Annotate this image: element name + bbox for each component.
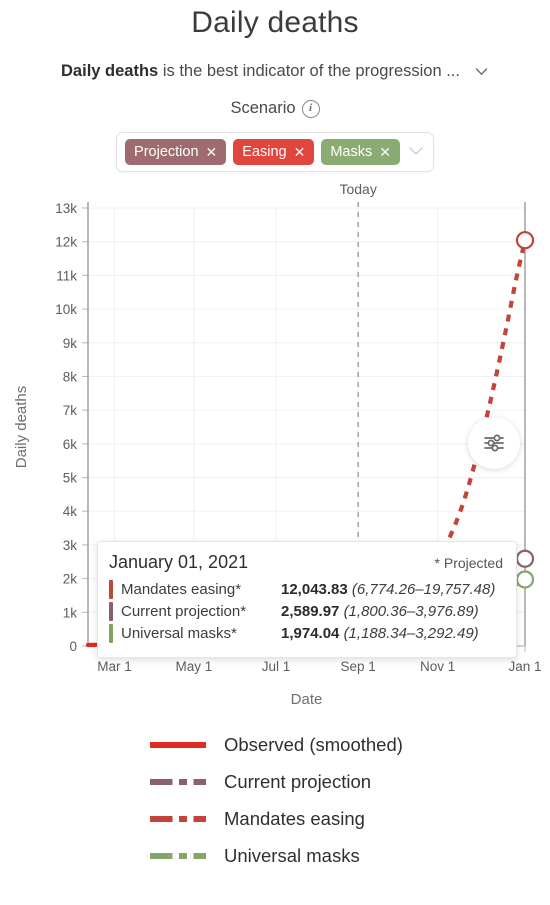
tooltip-swatch [109,580,113,599]
legend-label: Current projection [224,770,372,792]
tooltip-row: Current projection* 2,589.97 (1,800.36–3… [109,602,503,621]
series-endpoint-marker[interactable] [515,549,535,568]
tooltip-swatch [109,602,113,621]
tooltip-ci: (1,188.34–3,292.49) [343,625,479,642]
tooltip-series-values: 12,043.83 (6,774.26–19,757.48) [281,581,495,598]
tooltip-series-name: Universal masks* [121,625,237,642]
x-tick-label: Jan 1 [508,659,541,674]
y-tick-label: 7k [63,403,78,418]
tooltip-header: January 01, 2021 * Projected [109,552,503,573]
tooltip-series-values: 1,974.04 (1,188.34–3,292.49) [281,625,479,642]
y-tick-label: 3k [63,538,78,553]
tooltip-value: 12,043.83 [281,581,348,598]
y-tick-label: 2k [63,572,78,587]
scenario-label: Scenario [230,99,296,117]
chip-remove-icon[interactable]: ✕ [206,143,218,161]
chart-legend: Observed (smoothed) Current projection M… [0,726,550,874]
chip-remove-icon[interactable]: ✕ [379,143,391,161]
legend-label: Universal masks [224,844,360,866]
y-tick-label: 9k [63,336,78,351]
x-tick-label: Mar 1 [97,659,132,674]
y-tick-label: 8k [63,369,78,384]
tooltip-ci: (1,800.36–3,976.89) [343,603,479,620]
series-endpoint-marker[interactable] [515,231,535,250]
y-tick-label: 12k [55,235,77,250]
legend-item[interactable]: Mandates easing [150,800,550,837]
tooltip-value: 1,974.04 [281,625,340,642]
chip-remove-icon[interactable]: ✕ [294,143,306,161]
subtitle-row: Daily deaths is the best indicator of th… [0,62,550,81]
tooltip-value: 2,589.97 [281,603,340,620]
subtitle-rest: is the best indicator of the progression… [158,62,460,80]
subtitle-text: Daily deaths is the best indicator of th… [61,62,460,81]
chip-label: Projection [134,144,199,160]
chips-box[interactable]: Projection ✕ Easing ✕ Masks ✕ [116,132,434,172]
tooltip-row: Mandates easing* 12,043.83 (6,774.26–19,… [109,580,503,599]
y-tick-label: 10k [55,302,77,317]
info-icon[interactable]: i [301,99,320,118]
legend-label: Mandates easing [224,807,365,829]
tooltip-series-values: 2,589.97 (1,800.36–3,976.89) [281,603,479,620]
scenario-row: Scenario i [0,99,550,118]
y-tick-label: 4k [63,504,78,519]
y-tick-label: 0 [69,639,77,654]
x-axis-title: Date [291,691,323,708]
subtitle-bold: Daily deaths [61,62,159,80]
x-tick-label: Nov 1 [420,659,455,674]
chip-masks[interactable]: Masks ✕ [321,139,400,165]
scenario-chips: Projection ✕ Easing ✕ Masks ✕ [0,132,550,172]
legend-item[interactable]: Current projection [150,763,550,800]
y-tick-label: 5k [63,471,78,486]
tooltip-series-name: Mandates easing* [121,581,242,598]
chips-dropdown-icon[interactable] [407,143,425,161]
tooltip-series-name: Current projection* [121,603,247,620]
tooltip-projected-note: * Projected [434,555,503,571]
page-title: Daily deaths [191,6,359,39]
legend-item[interactable]: Universal masks [150,837,550,874]
legend-item[interactable]: Observed (smoothed) [150,726,550,763]
chip-label: Masks [330,144,373,160]
today-label: Today [339,181,376,197]
chip-label: Easing [242,144,287,160]
y-tick-label: 11k [56,268,77,283]
y-tick-label: 1k [63,605,78,620]
legend-swatch-universal-masks [150,852,206,859]
y-tick-label: 13k [55,201,77,216]
tooltip-ci: (6,774.26–19,757.48) [351,581,496,598]
tooltip-swatch [109,624,113,643]
legend-swatch-current-projection [150,778,206,785]
series-endpoint-marker[interactable] [515,570,535,589]
sliders-icon [484,434,504,452]
legend-swatch-observed [150,741,206,748]
chevron-down-icon[interactable] [474,64,489,79]
chip-projection[interactable]: Projection ✕ [125,139,227,165]
tooltip-row: Universal masks* 1,974.04 (1,188.34–3,29… [109,624,503,643]
legend-label: Observed (smoothed) [224,733,403,755]
x-tick-label: Jul 1 [262,659,291,674]
x-tick-label: May 1 [176,659,213,674]
y-axis-title: Daily deaths [13,386,30,469]
x-tick-label: Sep 1 [341,659,376,674]
chart-tooltip: January 01, 2021 * Projected Mandates ea… [97,541,517,658]
chip-easing[interactable]: Easing ✕ [233,139,315,165]
tooltip-date: January 01, 2021 [109,552,249,572]
legend-swatch-mandates-easing [150,815,206,822]
chart-container: 0 1k 2k 3k 4k 5k 6k 7k 8k 9k 10k 11k 12k 13k Mar 1 May … [0,180,550,720]
chart-settings-button[interactable] [468,417,520,469]
y-tick-label: 6k [63,437,78,452]
